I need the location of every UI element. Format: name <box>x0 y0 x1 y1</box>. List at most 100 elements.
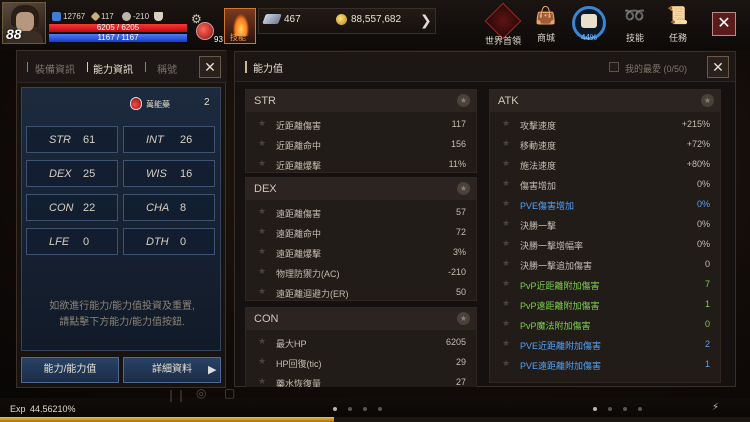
stat-value: 1 <box>704 299 710 309</box>
star-icon[interactable]: ★ <box>502 318 510 329</box>
world-boss-button[interactable]: 世界首領 <box>480 2 526 48</box>
stat-label: PvP近距離附加傷害 <box>520 281 600 291</box>
star-icon[interactable]: ★ <box>457 312 470 325</box>
stat-value: 0 <box>704 259 710 269</box>
chat-icon[interactable]: ▢ <box>224 386 235 400</box>
close-icon[interactable]: ✕ <box>707 56 729 78</box>
star-icon[interactable]: ★ <box>502 198 510 209</box>
stat-value: 8 <box>180 202 187 214</box>
stat-value: 25 <box>83 168 96 180</box>
star-icon[interactable]: ★ <box>502 358 510 369</box>
stat-label: PVE遠距離附加傷害 <box>520 361 602 371</box>
star-icon[interactable]: ★ <box>258 206 266 217</box>
swirl-skill-icon: ➿ <box>624 6 646 25</box>
star-icon[interactable]: ★ <box>258 246 266 257</box>
world-boss-label: 世界首領 <box>484 36 521 46</box>
star-icon[interactable]: ★ <box>457 182 470 195</box>
stat-row: ★ 近距離爆擊 11% <box>246 154 476 174</box>
gold-value: 88,557,682 <box>351 14 402 25</box>
currency-expand-arrow-icon[interactable]: ❯ <box>420 12 432 29</box>
star-icon[interactable]: ★ <box>502 138 510 149</box>
header-accent <box>245 61 247 73</box>
star-icon[interactable]: ★ <box>258 118 266 129</box>
star-icon[interactable]: ★ <box>258 138 266 149</box>
shield-icon <box>52 12 61 21</box>
stats-scroll-area[interactable]: STR ★ ★ 近距離傷害 117 ★ 近距離命中 156 ★ 近距離爆擊 11% DEX ★ … <box>235 83 735 387</box>
skills-button[interactable]: ➿ 技能 <box>617 4 653 46</box>
stat-box-con: CON 22 <box>26 194 118 221</box>
stat-name: WIS <box>146 168 167 180</box>
stat-label: 決勝一擊追加傷害 <box>520 261 593 271</box>
stat-value: 50 <box>455 287 466 297</box>
star-icon[interactable]: ★ <box>258 226 266 237</box>
page-dot[interactable] <box>593 407 597 411</box>
background-ui-icon: ❘❘ <box>166 388 187 402</box>
potion-icon[interactable] <box>196 22 214 40</box>
stat-row: ★ 近距離傷害 117 <box>246 114 476 134</box>
star-icon[interactable]: ★ <box>502 238 510 249</box>
stat-value: +215% <box>681 119 710 129</box>
close-icon[interactable]: ✕ <box>712 12 736 36</box>
quests-label: 任務 <box>668 33 687 43</box>
stat-row: ★ 最大HP 6205 <box>246 332 476 352</box>
page-dot[interactable] <box>378 407 382 411</box>
star-icon[interactable]: ★ <box>502 158 510 169</box>
tab-ability-info[interactable]: 能力資訊 <box>93 61 133 76</box>
tab-titles[interactable]: 稱號 <box>157 61 177 76</box>
favorites-checkbox[interactable] <box>609 62 619 72</box>
shop-button[interactable]: 👜 商城 <box>528 4 564 46</box>
gauge-value: 44% <box>580 33 597 42</box>
star-icon[interactable]: ★ <box>258 266 266 277</box>
stat-value: 0 <box>180 236 187 248</box>
stat-value: 72 <box>455 227 466 237</box>
stat-name: LFE <box>49 236 70 248</box>
star-icon[interactable]: ★ <box>502 338 510 349</box>
star-icon[interactable]: ★ <box>258 356 266 367</box>
star-icon[interactable]: ★ <box>258 286 266 297</box>
star-icon[interactable]: ★ <box>502 298 510 309</box>
ability-info-panel: 裝備資訊 能力資訊 稱號 ✕ 萬能藥 2 STR 61 INT 26 DEX 25 W… <box>16 50 227 388</box>
stat-box-dex: DEX 25 <box>26 160 118 187</box>
stat-value: 16 <box>180 168 193 180</box>
section-header: DEX ★ <box>246 178 476 200</box>
favorites-label[interactable]: 我的最愛 (0/50) <box>625 62 687 75</box>
ability-reset-button[interactable]: 能力/能力值 <box>21 357 119 383</box>
stat-value: 3% <box>452 247 466 257</box>
page-dot[interactable] <box>608 407 612 411</box>
potion-count: 93 <box>214 35 223 44</box>
tab-equipment-info[interactable]: 裝備資訊 <box>35 61 75 76</box>
star-icon[interactable]: ★ <box>457 94 470 107</box>
star-icon[interactable]: ★ <box>502 178 510 189</box>
stat-row: ★ PvP近距離附加傷害 7 <box>490 274 720 294</box>
star-icon[interactable]: ★ <box>502 118 510 129</box>
reset-hint: 如欲進行能力/能力值投資及重置, 請點擊下方能力/能力值按鈕. <box>17 299 227 331</box>
page-dot[interactable] <box>348 407 352 411</box>
section-atk: ATK ★ ★ 攻擊速度 +215% ★ 移動速度 +72% ★ 施法速度 +80% ★ 傷害增… <box>489 89 721 383</box>
star-icon[interactable]: ★ <box>258 336 266 347</box>
close-icon[interactable]: ✕ <box>199 56 221 78</box>
stat-label: 近距離命中 <box>276 141 322 151</box>
fist-icon <box>581 14 597 28</box>
stat-label: 近距離爆擊 <box>276 161 322 171</box>
elixir-count: 2 <box>204 97 210 108</box>
quests-button[interactable]: 📜 任務 <box>660 4 696 46</box>
page-dot[interactable] <box>333 407 337 411</box>
stat-box-wis: WIS 16 <box>123 160 215 187</box>
details-button[interactable]: 詳細資料 ▶ <box>123 357 221 383</box>
stat-row: ★ PvP魔法附加傷害 0 <box>490 314 720 334</box>
star-icon[interactable]: ★ <box>502 218 510 229</box>
star-icon[interactable]: ★ <box>701 94 714 107</box>
stat-name: CON <box>49 202 74 214</box>
star-icon[interactable]: ★ <box>502 278 510 289</box>
stat-name: STR <box>49 134 71 146</box>
page-dot[interactable] <box>623 407 627 411</box>
stat-value: 26 <box>180 134 193 146</box>
star-icon[interactable]: ★ <box>258 376 266 387</box>
star-icon[interactable]: ★ <box>258 158 266 169</box>
page-dot[interactable] <box>638 407 642 411</box>
page-dot[interactable] <box>363 407 367 411</box>
mp-text: 1167 / 1167 <box>97 33 139 42</box>
scroll-icon: 📜 <box>667 6 689 25</box>
star-icon[interactable]: ★ <box>502 258 510 269</box>
stat-label: PvP魔法附加傷害 <box>520 321 591 331</box>
